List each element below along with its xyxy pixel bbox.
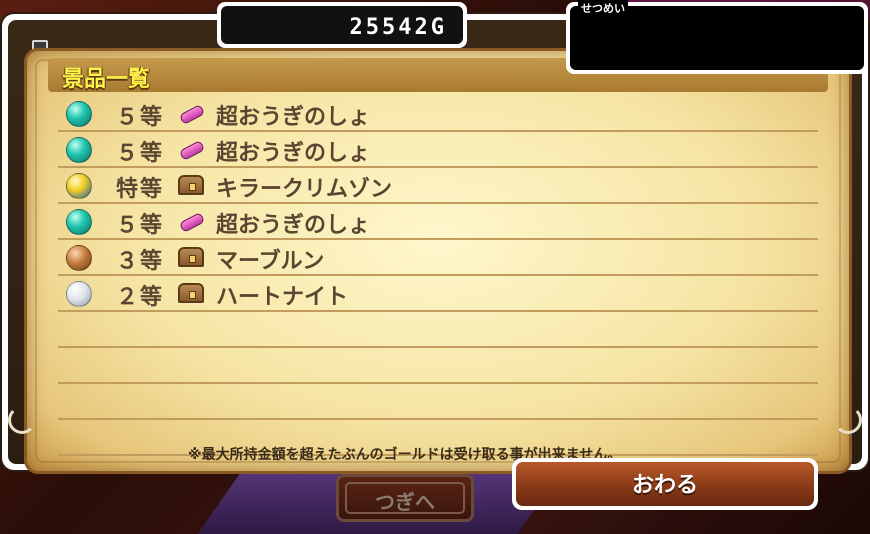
corner-ornament-icon [8,406,36,434]
list-item[interactable]: ５等 超おうぎのしょ [58,96,818,132]
close-button[interactable]: おわる [512,458,818,510]
prize-name: マーブルン [216,249,325,274]
prize-rank: ５等 [116,105,165,130]
prize-name: 超おうぎのしょ [216,213,371,238]
list-item[interactable]: ５等 超おうぎのしょ [58,132,818,168]
gold-amount: 25542G [349,15,447,40]
prize-name: 超おうぎのしょ [216,105,371,130]
teal-orb-icon [66,137,92,163]
scroll-icon [178,102,206,125]
prize-rank: ２等 [116,285,165,310]
prize-list-title: 景品一覧 [62,67,151,92]
list-item[interactable]: ２等 ハートナイト [58,276,818,312]
next-button[interactable]: つぎへ [336,474,474,522]
prize-list-window: 景品一覧 ５等 超おうぎのしょ ５等 超おうぎのしょ 特等 キラークリムゾン ５… [2,14,868,474]
prize-rank: 特等 [116,177,165,202]
gold-display: 25542G [217,2,467,48]
empty-row [58,384,818,420]
teal-orb-icon [66,209,92,235]
gold-orb-icon [66,173,92,199]
bronze-orb-icon [66,245,92,271]
next-button-label: つぎへ [375,490,435,514]
prize-list: ５等 超おうぎのしょ ５等 超おうぎのしょ 特等 キラークリムゾン ５等 超おう… [58,96,818,456]
list-item[interactable]: 特等 キラークリムゾン [58,168,818,204]
prize-rank: ５等 [116,213,165,238]
prize-name: ハートナイト [216,285,349,310]
prize-name: キラークリムゾン [216,177,393,202]
teal-orb-icon [66,101,92,127]
scroll-icon [178,138,206,161]
corner-ornament-icon [834,406,862,434]
description-panel: せつめい [566,0,868,74]
list-item[interactable]: ３等 マーブルン [58,240,818,276]
scroll-icon [178,210,206,233]
chest-icon [178,282,204,304]
silver-orb-icon [66,281,92,307]
empty-row [58,348,818,384]
prize-name: 超おうぎのしょ [216,141,371,166]
chest-icon [178,174,204,196]
close-button-label: おわる [631,473,698,498]
prize-rank: ３等 [116,249,165,274]
description-label: せつめい [578,0,628,16]
chest-icon [178,246,204,268]
list-item[interactable]: ５等 超おうぎのしょ [58,204,818,240]
prize-rank: ５等 [116,141,165,166]
empty-row [58,312,818,348]
